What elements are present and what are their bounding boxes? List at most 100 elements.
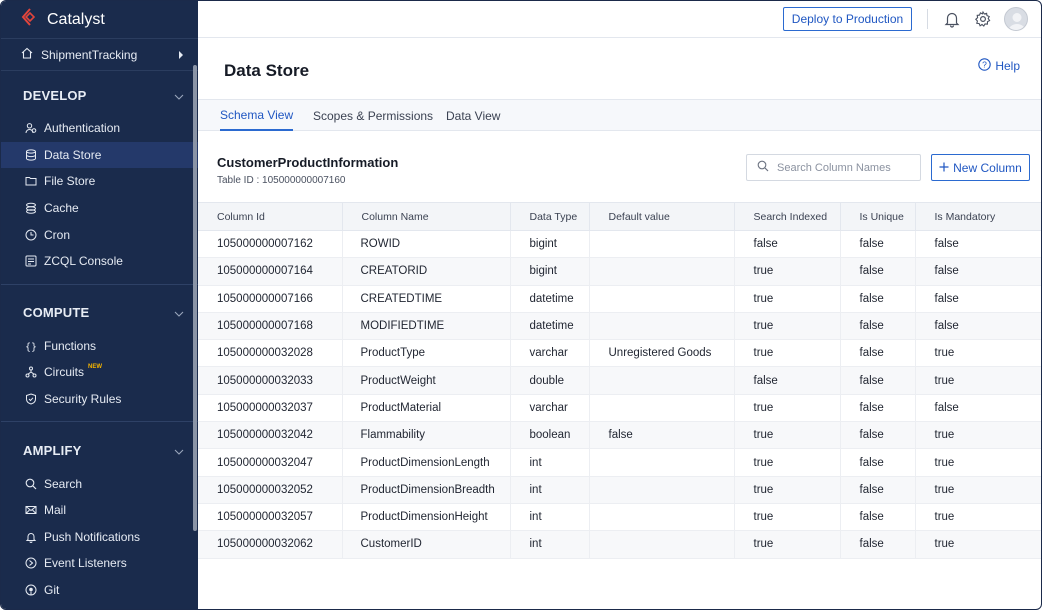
table-cell: true bbox=[734, 448, 841, 477]
search-column-input[interactable] bbox=[777, 161, 917, 174]
table-cell: false bbox=[840, 366, 916, 395]
sidebar-item-circuits[interactable]: Circuits NEW bbox=[1, 359, 198, 386]
table-row[interactable]: 105000000032062 CustomerID int true false tru… bbox=[198, 530, 1041, 559]
section-amplify[interactable]: AMPLIFY bbox=[1, 430, 198, 470]
chevron-down-icon[interactable] bbox=[174, 88, 184, 103]
table-cell: false bbox=[840, 339, 916, 368]
table-cell: false bbox=[840, 421, 916, 450]
table-name: CustomerProductInformation bbox=[217, 155, 399, 170]
table-cell: 105000000007168 bbox=[198, 312, 343, 341]
sidebar-item-cache[interactable]: Cache bbox=[1, 195, 198, 222]
chevron-down-icon[interactable] bbox=[174, 443, 184, 458]
section-title: COMPUTE bbox=[23, 305, 90, 321]
mail-icon bbox=[25, 504, 37, 516]
column-header[interactable]: Data Type bbox=[510, 202, 590, 231]
column-header[interactable]: Is Unique bbox=[840, 202, 916, 231]
table-row[interactable]: 105000000007162 ROWID bigint false false fals… bbox=[198, 230, 1041, 259]
table-cell: true bbox=[734, 257, 841, 286]
sidebar-item-label: Search bbox=[44, 476, 83, 491]
home-icon bbox=[21, 47, 33, 62]
sidebar-item-label: Functions bbox=[44, 338, 97, 353]
svg-text:{}: {} bbox=[25, 342, 37, 352]
table-row[interactable]: 105000000032028 ProductType varchar Unregis… bbox=[198, 339, 1041, 368]
table-cell: MODIFIEDTIME bbox=[342, 312, 511, 341]
tab-data-view[interactable]: Data View bbox=[446, 100, 500, 131]
table-cell: true bbox=[734, 394, 841, 423]
table-cell: varchar bbox=[510, 339, 590, 368]
table-cell: false bbox=[840, 503, 916, 532]
column-search[interactable] bbox=[746, 154, 921, 181]
new-column-button[interactable]: New Column bbox=[931, 154, 1030, 181]
console-icon bbox=[25, 255, 37, 267]
section-title: DEVELOP bbox=[23, 87, 87, 103]
users-icon bbox=[25, 122, 37, 134]
gear-icon[interactable] bbox=[974, 10, 992, 28]
plus-icon bbox=[939, 161, 949, 175]
caret-right-icon bbox=[178, 48, 184, 62]
table-cell bbox=[589, 285, 735, 313]
table-row[interactable]: 105000000032033 ProductWeight double false f… bbox=[198, 366, 1041, 395]
user-avatar[interactable] bbox=[1004, 7, 1028, 31]
column-header[interactable]: Column Name bbox=[342, 202, 511, 231]
section-develop[interactable]: DEVELOP bbox=[1, 75, 198, 115]
project-selector[interactable]: ShipmentTracking bbox=[1, 39, 198, 71]
table-cell: ProductWeight bbox=[342, 366, 511, 395]
sidebar-item-git[interactable]: Git bbox=[1, 577, 198, 604]
table-cell: Unregistered Goods bbox=[589, 339, 735, 368]
column-header[interactable]: Default value bbox=[589, 202, 735, 231]
sidebar-item-label: Push Notifications bbox=[44, 529, 141, 544]
sidebar-item-security-rules[interactable]: Security Rules bbox=[1, 386, 198, 413]
column-header[interactable]: Search Indexed bbox=[734, 202, 841, 231]
table-row[interactable]: 105000000032042 Flammability boolean false t… bbox=[198, 421, 1041, 450]
sidebar-item-data-store[interactable]: Data Store bbox=[1, 141, 198, 169]
table-cell: ProductDimensionBreadth bbox=[342, 476, 511, 504]
table-row[interactable]: 105000000007164 CREATORID bigint true false f… bbox=[198, 257, 1041, 286]
sidebar-scrollbar[interactable] bbox=[193, 65, 197, 531]
tab-schema-view[interactable]: Schema View bbox=[220, 100, 294, 131]
table-cell: false bbox=[589, 421, 735, 450]
circuit-icon bbox=[25, 366, 37, 378]
bell-icon[interactable] bbox=[943, 10, 961, 28]
new-column-label: New Column bbox=[953, 160, 1022, 175]
column-header[interactable]: Is Mandatory bbox=[915, 202, 1041, 231]
sidebar-item-zcql-console[interactable]: ZCQL Console bbox=[1, 248, 198, 275]
sidebar-item-cron[interactable]: Cron bbox=[1, 221, 198, 248]
brand[interactable]: Catalyst bbox=[1, 1, 198, 39]
section-compute[interactable]: COMPUTE bbox=[1, 293, 198, 333]
table-row[interactable]: 105000000032057 ProductDimensionHeight int… bbox=[198, 503, 1041, 532]
sidebar-item-file-store[interactable]: File Store bbox=[1, 168, 198, 195]
table-cell: false bbox=[840, 257, 916, 286]
table-cell: true bbox=[734, 339, 841, 368]
table-row[interactable]: 105000000032047 ProductDimensionLength int… bbox=[198, 448, 1041, 477]
deploy-to-production-button[interactable]: Deploy to Production bbox=[783, 7, 912, 31]
sidebar-item-label: Git bbox=[44, 583, 60, 598]
table-cell: true bbox=[915, 530, 1041, 559]
table-cell bbox=[589, 230, 735, 259]
sidebar-item-authentication[interactable]: Authentication bbox=[1, 115, 198, 142]
sidebar-item-label: Cache bbox=[44, 201, 79, 216]
table-cell bbox=[589, 312, 735, 341]
sidebar-item-search[interactable]: Search bbox=[1, 470, 198, 497]
table-row[interactable]: 105000000032052 ProductDimensionBreadth in… bbox=[198, 476, 1041, 504]
table-cell: false bbox=[915, 230, 1041, 259]
top-bar: Deploy to Production bbox=[198, 1, 1041, 38]
table-cell: int bbox=[510, 503, 590, 532]
page-header: Data Store ? Help bbox=[198, 38, 1041, 100]
tab-scopes-permissions[interactable]: Scopes & Permissions bbox=[313, 100, 433, 131]
sidebar-item-event-listeners[interactable]: Event Listeners bbox=[1, 550, 198, 577]
table-row[interactable]: 105000000007166 CREATEDTIME datetime true fa… bbox=[198, 285, 1041, 313]
tab-bar: Schema View Scopes & Permissions Data Vi… bbox=[198, 100, 1041, 131]
sidebar-item-functions[interactable]: {} Functions bbox=[1, 333, 198, 360]
sidebar-item-mail[interactable]: Mail bbox=[1, 497, 198, 524]
table-cell bbox=[589, 476, 735, 504]
table-cell: true bbox=[734, 476, 841, 504]
column-header[interactable]: Column Id bbox=[198, 202, 343, 231]
table-cell: true bbox=[734, 285, 841, 313]
sidebar-item-push-notifications[interactable]: Push Notifications bbox=[1, 524, 198, 551]
search-icon bbox=[25, 478, 37, 490]
table-row[interactable]: 105000000007168 MODIFIEDTIME datetime true f… bbox=[198, 312, 1041, 341]
table-row[interactable]: 105000000032037 ProductMaterial varchar tru… bbox=[198, 394, 1041, 423]
chevron-down-icon[interactable] bbox=[174, 305, 184, 320]
help-link[interactable]: ? Help bbox=[978, 58, 1020, 74]
sidebar-item-label: Circuits bbox=[44, 365, 85, 380]
